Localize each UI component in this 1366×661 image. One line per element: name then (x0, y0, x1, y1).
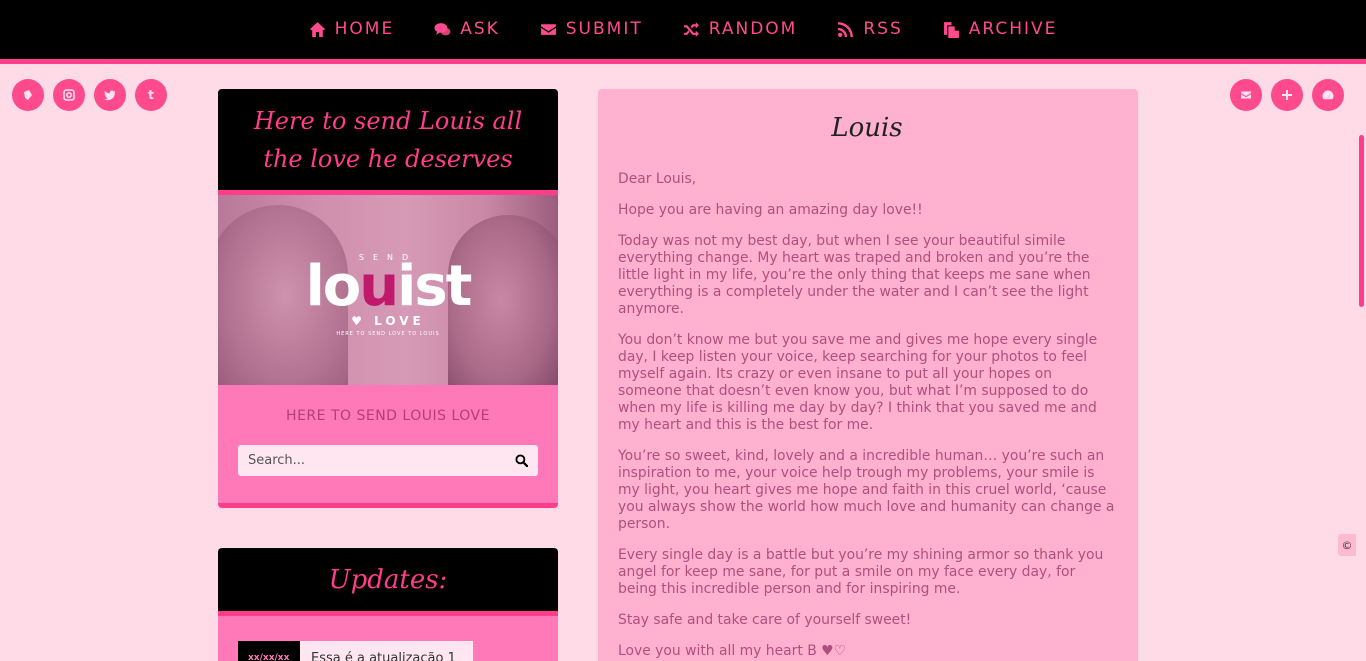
nav-archive-label: ARCHIVE (968, 19, 1058, 39)
nav-ask-link[interactable]: ASK (434, 19, 500, 39)
search-icon[interactable] (515, 454, 528, 467)
follow-button[interactable] (1271, 79, 1303, 111)
dashboard-button[interactable] (1312, 79, 1344, 111)
logo-tagline: HERE TO SEND LOVE TO LOUIS (336, 331, 440, 337)
post-paragraph: Today was not my best day, but when I se… (618, 233, 1091, 317)
nav-submit-label: SUBMIT (565, 19, 643, 39)
letter-post: Louis Dear Louis, Hope you are having an… (598, 89, 1138, 661)
sidebar-banner-image: SEND louist ♥ LOVE HERE TO SEND LOVE TO … (218, 195, 558, 385)
nav-menu: HOME ASK SUBMIT RANDOM RSS ARCHIVE (0, 0, 1366, 39)
nav-ask-label: ASK (460, 19, 500, 39)
nav-home-link[interactable]: HOME (309, 19, 395, 39)
tumblr-icon: t (148, 88, 154, 102)
envelope-icon (540, 23, 556, 35)
nav-random-link[interactable]: RANDOM (683, 19, 798, 39)
twitter-icon (104, 90, 116, 101)
post-paragraph: You’re so sweet, kind, lovely and a incr… (618, 448, 1115, 532)
chat-bubbles-icon (434, 22, 451, 35)
updates-box: Updates: xx/xx/xx Essa é a atualização 1 (218, 548, 558, 661)
nav-rss-link[interactable]: RSS (837, 19, 902, 39)
heart-icon: ♥ (351, 314, 375, 328)
dashboard-icon (1322, 90, 1334, 100)
logo-part-2: u (359, 254, 399, 319)
logo-part-1: lo (305, 254, 362, 319)
archive-files-icon (943, 21, 959, 38)
site-logo: SEND louist ♥ LOVE HERE TO SEND LOVE TO … (218, 253, 558, 337)
shuffle-icon (683, 21, 699, 37)
sidebar-header: Here to send Louis all the love he deser… (218, 89, 558, 195)
message-button[interactable] (1230, 79, 1262, 111)
rss-icon (838, 21, 854, 37)
nav-home-label: HOME (334, 19, 395, 39)
bookmark-icon (24, 90, 32, 100)
post-paragraph: Every single day is a battle but you’re … (618, 547, 1104, 597)
tumblr-button[interactable]: t (135, 79, 167, 111)
nav-random-label: RANDOM (708, 19, 798, 39)
nav-archive-link[interactable]: ARCHIVE (943, 19, 1058, 39)
updates-header: Updates: (218, 548, 558, 616)
bookmark-button[interactable] (12, 79, 44, 111)
nav-rss-label: RSS (863, 19, 903, 39)
update-date: xx/xx/xx (238, 641, 300, 661)
post-paragraph: Love you with all my heart B ♥♡ (618, 643, 847, 659)
post-paragraph: Stay safe and take care of yourself swee… (618, 612, 912, 628)
search-bar (238, 445, 538, 476)
post-paragraph: Dear Louis, (618, 171, 697, 187)
updates-title: Updates: (328, 564, 448, 595)
post-title: Louis (831, 113, 903, 143)
instagram-button[interactable] (53, 79, 85, 111)
home-icon (309, 21, 325, 37)
post-paragraph: You don’t know me but you save me and gi… (618, 332, 1098, 433)
logo-love-text: ♥ LOVE (218, 314, 558, 328)
nav-submit-link[interactable]: SUBMIT (540, 19, 643, 39)
top-navigation-bar: HOME ASK SUBMIT RANDOM RSS ARCHIVE (0, 0, 1366, 64)
copyright-tab[interactable]: © (1338, 534, 1356, 556)
search-input[interactable] (248, 453, 488, 468)
logo-love-label: LOVE (374, 314, 425, 328)
plus-icon (1282, 90, 1292, 100)
logo-part-3: ist (397, 254, 472, 319)
page-scrollbar-thumb[interactable] (1359, 135, 1364, 307)
logo-wordmark: louist (218, 259, 558, 315)
twitter-button[interactable] (94, 79, 126, 111)
envelope-icon (1241, 91, 1251, 99)
sidebar-description-box: Here to send Louis all the love he deser… (218, 89, 558, 508)
sidebar-subtitle: HERE TO SEND LOUIS LOVE (286, 408, 490, 424)
update-item: xx/xx/xx Essa é a atualização 1 (238, 641, 473, 661)
update-text: Essa é a atualização 1 (300, 641, 473, 661)
instagram-icon (63, 89, 75, 101)
sidebar-title: Here to send Louis all the love he deser… (253, 106, 523, 173)
post-paragraph: Hope you are having an amazing day love!… (618, 202, 923, 218)
